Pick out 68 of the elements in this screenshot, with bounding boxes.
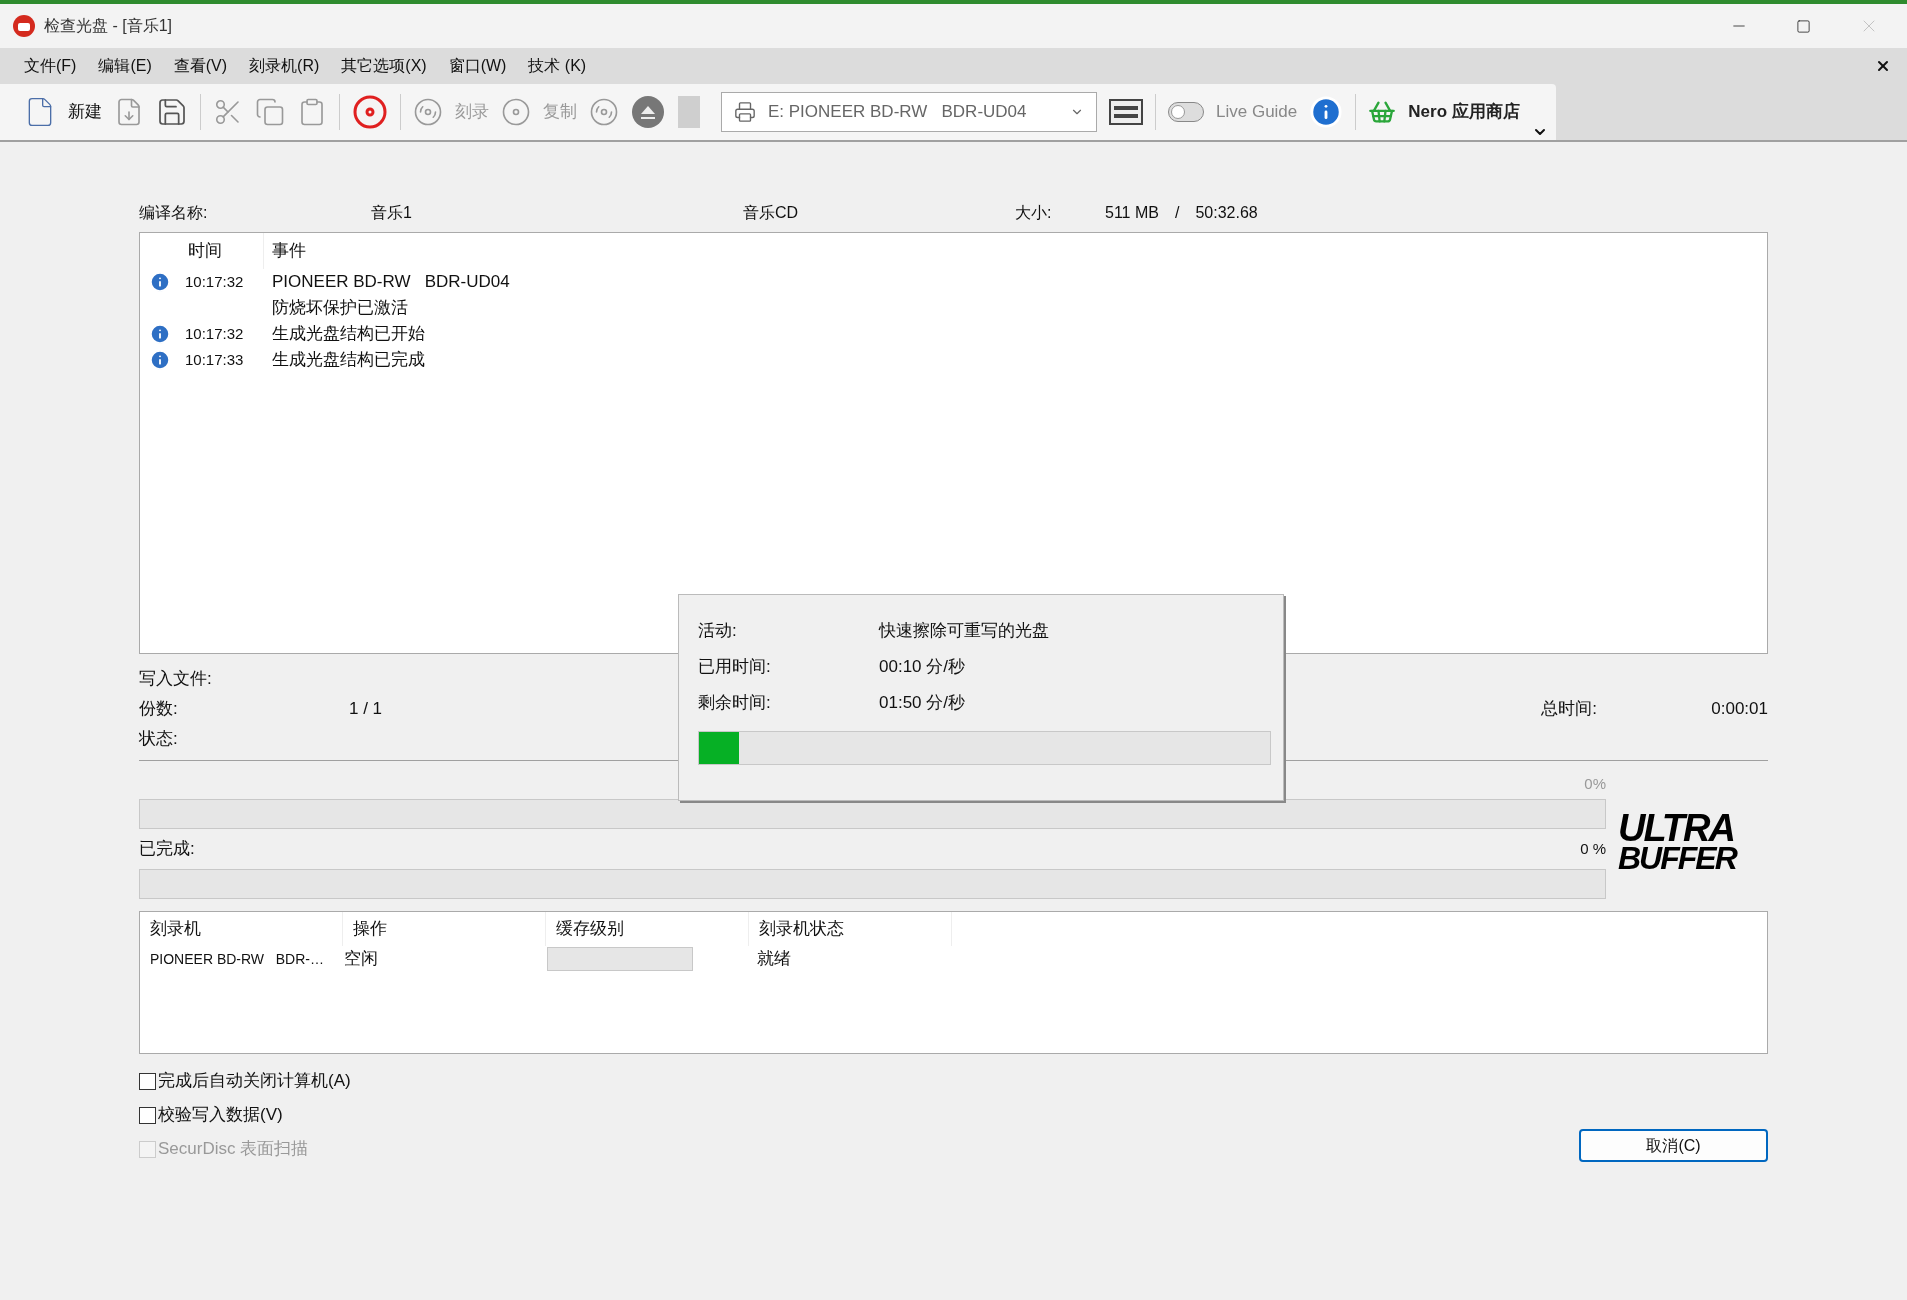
- total-time-value: 0:00:01: [1711, 698, 1768, 721]
- log-time: 10:17:32: [184, 324, 245, 344]
- column-header[interactable]: 操作: [343, 912, 546, 946]
- checkbox-option[interactable]: 校验写入数据(V): [139, 1098, 1579, 1132]
- drive-settings-icon[interactable]: [1109, 99, 1143, 125]
- menu-item[interactable]: 窗口(W): [448, 54, 507, 78]
- log-event: PIONEER BD-RW BDR-UD04: [272, 271, 510, 293]
- completed-label: 已完成:: [139, 838, 195, 861]
- column-header[interactable]: 刻录机状态: [749, 912, 952, 946]
- close-icon[interactable]: [1875, 58, 1891, 74]
- eject-icon[interactable]: [631, 95, 665, 129]
- size-value: 511 MB: [1105, 203, 1159, 223]
- size-label: 大小:: [1015, 203, 1053, 223]
- log-time: 10:17:32: [184, 272, 245, 292]
- save-icon[interactable]: [156, 96, 188, 128]
- info-icon: [149, 323, 171, 345]
- menu-item[interactable]: 文件(F): [24, 54, 77, 78]
- new-button[interactable]: 新建: [68, 99, 102, 125]
- window-title: 检查光盘 - [音乐1]: [44, 16, 172, 36]
- compilation-name: 音乐1: [371, 203, 413, 223]
- column-header[interactable]: 事件: [264, 238, 306, 264]
- compilation-type: 音乐CD: [743, 203, 800, 223]
- total-time-label: 总时间:: [1541, 698, 1598, 721]
- info-icon: [149, 271, 171, 293]
- log-event: 防烧坏保护已激活: [272, 297, 409, 319]
- log-event: 生成光盘结构已完成: [272, 349, 425, 371]
- printer-icon: [734, 101, 756, 123]
- completed-percent: 0 %: [1580, 838, 1606, 859]
- maximize-icon[interactable]: [1796, 18, 1811, 34]
- store-button[interactable]: Nero 应用商店: [1408, 99, 1520, 125]
- table-cell-text: 就绪: [756, 948, 792, 971]
- log-time: 10:17:33: [184, 350, 245, 370]
- menu-item[interactable]: 查看(V): [173, 54, 228, 78]
- checkbox-option[interactable]: 完成后自动关闭计算机(A): [139, 1064, 1579, 1098]
- dialog-value: 快速擦除可重写的光盘: [879, 620, 1049, 643]
- app-logo-icon: [12, 14, 36, 38]
- checkbox[interactable]: [139, 1072, 156, 1090]
- info-icon: [149, 349, 171, 371]
- menu-item[interactable]: 技术 (K): [528, 54, 587, 78]
- status-label: 份数:: [139, 698, 179, 721]
- menu-item[interactable]: 其它选项(X): [341, 54, 427, 78]
- ultra-buffer-logo: ULTRA BUFFER: [1618, 813, 1738, 878]
- status-value: 1 / 1: [349, 698, 383, 721]
- dialog-label: 活动:: [698, 620, 738, 643]
- column-header[interactable]: 刻录机: [140, 912, 343, 946]
- compilation-name-label: 编译名称:: [139, 203, 209, 223]
- disc-icon[interactable]: [352, 94, 388, 130]
- table-cell-text: PIONEER BD-RW BDR-…: [149, 949, 325, 969]
- table-cell-text: 空闲: [343, 948, 379, 971]
- cancel-button[interactable]: 取消(C): [1579, 1129, 1768, 1162]
- duration-value: 50:32.68: [1195, 203, 1258, 223]
- status-label: 状态:: [139, 728, 179, 751]
- progress-percent: 0%: [1584, 774, 1606, 794]
- menu-item[interactable]: 编辑(E): [98, 54, 152, 78]
- dialog-label: 已用时间:: [698, 656, 772, 679]
- log-event: 生成光盘结构已开始: [272, 323, 425, 345]
- checkbox[interactable]: [139, 1106, 156, 1124]
- dialog-value: 00:10 分/秒: [879, 656, 965, 679]
- toggle-switch[interactable]: [1168, 102, 1204, 122]
- drive-dropdown[interactable]: E: PIONEER BD-RW BDR-UD04: [721, 92, 1097, 132]
- info-icon[interactable]: [1309, 95, 1344, 129]
- menu-item[interactable]: 刻录机(R): [249, 54, 320, 78]
- column-header[interactable]: 缓存级别: [546, 912, 749, 946]
- size-separator: /: [1174, 203, 1180, 223]
- dialog-label: 剩余时间:: [698, 692, 772, 715]
- column-header[interactable]: 时间: [180, 233, 264, 269]
- status-label: 写入文件:: [139, 668, 213, 691]
- dialog-value: 01:50 分/秒: [879, 692, 965, 715]
